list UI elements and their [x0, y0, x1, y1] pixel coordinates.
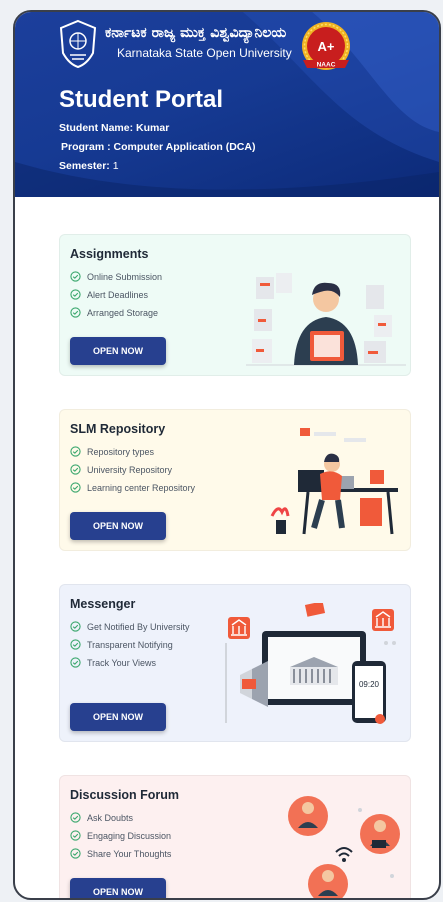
slm-feature-1: Repository types	[70, 446, 154, 457]
title-bold-part: SLM	[70, 422, 97, 436]
assignments-feature-3: Arranged Storage	[70, 307, 158, 318]
check-circle-icon	[70, 307, 81, 318]
messenger-title: Messenger	[70, 597, 136, 611]
assignments-title: Assignments	[70, 247, 149, 261]
discussion-forum-illustration-icon	[288, 796, 400, 898]
messenger-feature-3: Track Your Views	[70, 657, 156, 668]
semester-row: Semester: 1	[59, 160, 119, 172]
slm-repository-card: SLM Repository Repository types Universi…	[59, 409, 411, 551]
messenger-feature-1: Get Notified By University	[70, 621, 190, 632]
messenger-feature-2: Transparent Notifying	[70, 639, 173, 650]
feature-label: Online Submission	[87, 271, 163, 282]
check-circle-icon	[70, 830, 81, 841]
assignments-feature-1: Online Submission	[70, 271, 162, 282]
check-circle-icon	[70, 848, 81, 859]
slm-repository-title: SLM Repository	[70, 422, 165, 436]
feature-label: Track Your Views	[87, 657, 157, 668]
semester-value: 1	[112, 160, 119, 172]
slm-open-button[interactable]: OPEN NOW	[70, 512, 166, 540]
page-title: Student Portal	[59, 86, 224, 113]
feature-label: Share Your Thoughts	[87, 848, 172, 859]
check-circle-icon	[70, 621, 81, 632]
check-circle-icon	[70, 446, 81, 457]
student-name-row: Student Name: Kumar	[59, 122, 169, 134]
assignments-open-button[interactable]: OPEN NOW	[70, 337, 166, 365]
naac-label: NAAC	[317, 62, 336, 69]
messenger-open-button[interactable]: OPEN NOW	[70, 703, 166, 731]
assignments-card: Assignments Online Submission Alert Dead…	[59, 234, 411, 376]
slm-feature-2: University Repository	[70, 464, 172, 475]
semester-label: Semester:	[59, 160, 110, 172]
naac-badge-icon: A+ NAAC	[302, 22, 350, 70]
discussion-feature-1: Ask Doubts	[70, 812, 133, 823]
feature-label: Learning center Repository	[87, 482, 196, 493]
messenger-illustration-icon: 09:20	[225, 603, 396, 724]
phone-clock-text: 09:20	[359, 680, 380, 689]
discussion-open-button[interactable]: OPEN NOW	[70, 878, 166, 898]
slm-feature-3: Learning center Repository	[70, 482, 195, 493]
feature-label: Engaging Discussion	[87, 830, 172, 841]
student-name-value: Kumar	[136, 122, 170, 134]
feature-label: Repository types	[87, 446, 155, 457]
check-circle-icon	[70, 271, 81, 282]
messenger-card: Messenger Get Notified By University Tra…	[59, 584, 411, 742]
slm-repository-illustration-icon	[270, 428, 398, 535]
discussion-feature-2: Engaging Discussion	[70, 830, 171, 841]
university-name-kannada: ಕರ್ನಾಟಕ ರಾಜ್ಯ ಮುಕ್ತ ವಿಶ್ವವಿದ್ಯಾನಿಲಯ	[105, 25, 287, 41]
portal-header: ಕರ್ನಾಟಕ ರಾಜ್ಯ ಮುಕ್ತ ವಿಶ್ವವಿದ್ಯಾನಿಲಯ Karn…	[15, 12, 439, 197]
student-name-label: Student Name:	[59, 122, 134, 134]
feature-label: Arranged Storage	[87, 307, 159, 318]
university-name-english: Karnataka State Open University	[117, 46, 292, 60]
discussion-feature-3: Share Your Thoughts	[70, 848, 171, 859]
check-circle-icon	[70, 812, 81, 823]
program-row: Program : Computer Application (DCA)	[61, 141, 255, 153]
title-rest-part: Repository	[96, 422, 166, 436]
feature-label: Get Notified By University	[87, 621, 190, 632]
check-circle-icon	[70, 639, 81, 650]
naac-grade: A+	[318, 39, 335, 54]
assignments-feature-2: Alert Deadlines	[70, 289, 148, 300]
check-circle-icon	[70, 657, 81, 668]
check-circle-icon	[70, 482, 81, 493]
assignments-illustration-icon	[246, 273, 406, 366]
discussion-forum-card: Discussion Forum Ask Doubts Engaging Dis…	[59, 775, 411, 898]
feature-label: University Repository	[87, 464, 173, 475]
university-emblem-icon	[59, 19, 97, 69]
app-frame: ಕರ್ನಾಟಕ ರಾಜ್ಯ ಮುಕ್ತ ವಿಶ್ವವಿದ್ಯಾನಿಲಯ Karn…	[13, 10, 441, 900]
check-circle-icon	[70, 464, 81, 475]
feature-label: Transparent Notifying	[87, 639, 173, 650]
feature-label: Alert Deadlines	[87, 289, 149, 300]
program-value: Computer Application (DCA)	[113, 141, 256, 153]
check-circle-icon	[70, 289, 81, 300]
discussion-forum-title: Discussion Forum	[70, 788, 180, 802]
feature-label: Ask Doubts	[87, 812, 134, 823]
program-label: Program :	[61, 141, 111, 153]
